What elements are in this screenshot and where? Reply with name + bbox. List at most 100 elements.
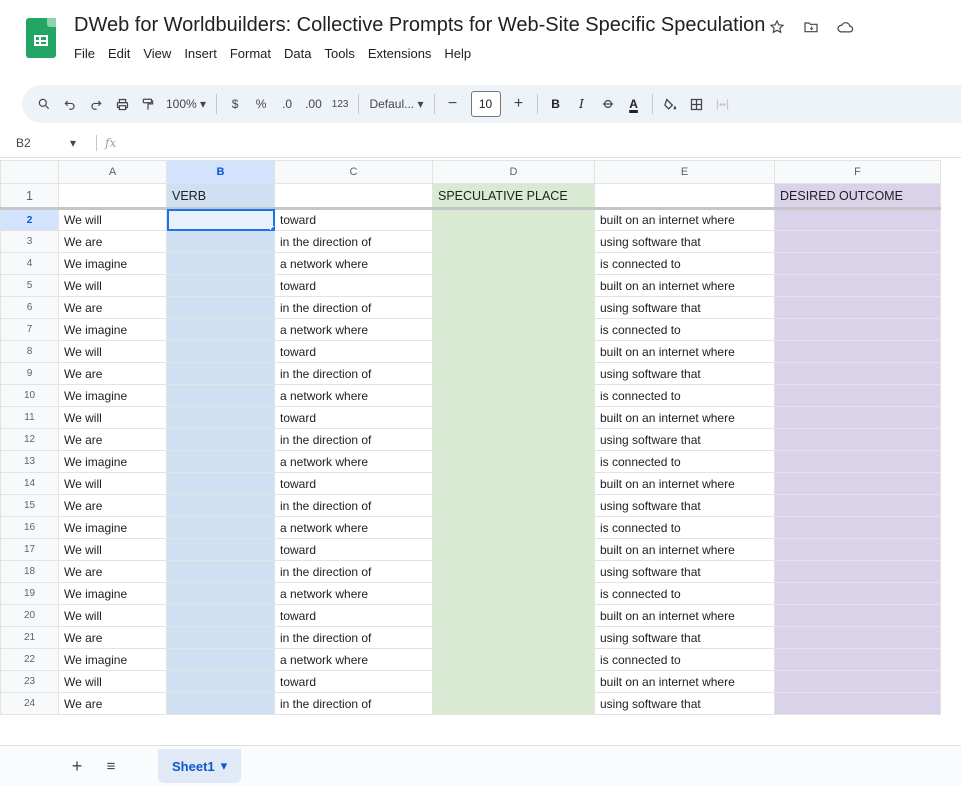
- cell-e8[interactable]: built on an internet where: [594, 340, 775, 363]
- cell-e22[interactable]: is connected to: [594, 648, 775, 671]
- row-header[interactable]: 3: [0, 230, 59, 253]
- cell-c15[interactable]: in the direction of: [274, 494, 433, 517]
- cell-b7[interactable]: [166, 318, 275, 341]
- cell-f1[interactable]: DESIRED OUTCOME: [774, 183, 941, 210]
- cell-a15[interactable]: We are: [58, 494, 167, 517]
- row-header[interactable]: 5: [0, 274, 59, 297]
- cell-b19[interactable]: [166, 582, 275, 605]
- cell-a2[interactable]: We will: [58, 208, 167, 231]
- cell-e5[interactable]: built on an internet where: [594, 274, 775, 297]
- cell-d21[interactable]: [432, 626, 595, 649]
- cell-f17[interactable]: [774, 538, 941, 561]
- cell-a13[interactable]: We imagine: [58, 450, 167, 473]
- cell-f8[interactable]: [774, 340, 941, 363]
- cell-c10[interactable]: a network where: [274, 384, 433, 407]
- fill-color-icon[interactable]: [663, 93, 679, 115]
- star-icon[interactable]: [766, 16, 788, 38]
- menu-view[interactable]: View: [143, 46, 171, 61]
- cell-c12[interactable]: in the direction of: [274, 428, 433, 451]
- cell-f12[interactable]: [774, 428, 941, 451]
- cell-e21[interactable]: using software that: [594, 626, 775, 649]
- row-header[interactable]: 8: [0, 340, 59, 363]
- cell-b9[interactable]: [166, 362, 275, 385]
- row-header[interactable]: 20: [0, 604, 59, 627]
- increase-font-size-icon[interactable]: +: [511, 93, 527, 115]
- row-header[interactable]: 15: [0, 494, 59, 517]
- cell-f11[interactable]: [774, 406, 941, 429]
- row-header[interactable]: 7: [0, 318, 59, 341]
- font-dropdown[interactable]: Defaul... ▾: [369, 93, 423, 115]
- cell-f4[interactable]: [774, 252, 941, 275]
- cell-a1[interactable]: [58, 183, 167, 210]
- cell-c9[interactable]: in the direction of: [274, 362, 433, 385]
- cell-a3[interactable]: We are: [58, 230, 167, 253]
- row-header[interactable]: 10: [0, 384, 59, 407]
- cell-d23[interactable]: [432, 670, 595, 693]
- cell-a23[interactable]: We will: [58, 670, 167, 693]
- currency-format-button[interactable]: $: [227, 93, 243, 115]
- row-header[interactable]: 19: [0, 582, 59, 605]
- cell-b12[interactable]: [166, 428, 275, 451]
- row-header[interactable]: 1: [0, 183, 59, 210]
- select-all-corner[interactable]: [0, 160, 59, 184]
- cell-b6[interactable]: [166, 296, 275, 319]
- cell-b17[interactable]: [166, 538, 275, 561]
- cell-f9[interactable]: [774, 362, 941, 385]
- menu-insert[interactable]: Insert: [184, 46, 217, 61]
- cell-a20[interactable]: We will: [58, 604, 167, 627]
- column-header-f[interactable]: F: [774, 160, 941, 184]
- cell-e1[interactable]: [594, 183, 775, 210]
- cell-e15[interactable]: using software that: [594, 494, 775, 517]
- undo-icon[interactable]: [62, 93, 78, 115]
- cell-f14[interactable]: [774, 472, 941, 495]
- cell-d8[interactable]: [432, 340, 595, 363]
- cell-e13[interactable]: is connected to: [594, 450, 775, 473]
- text-color-icon[interactable]: A: [626, 93, 642, 115]
- cell-c17[interactable]: toward: [274, 538, 433, 561]
- cell-f20[interactable]: [774, 604, 941, 627]
- menu-extensions[interactable]: Extensions: [368, 46, 432, 61]
- cell-d12[interactable]: [432, 428, 595, 451]
- cell-d9[interactable]: [432, 362, 595, 385]
- cell-b23[interactable]: [166, 670, 275, 693]
- cell-b16[interactable]: [166, 516, 275, 539]
- cell-a6[interactable]: We are: [58, 296, 167, 319]
- decrease-decimal-button[interactable]: .0: [279, 93, 295, 115]
- cell-f2[interactable]: [774, 208, 941, 231]
- document-title[interactable]: DWeb for Worldbuilders: Collective Promp…: [74, 14, 765, 37]
- menu-tools[interactable]: Tools: [324, 46, 354, 61]
- sheet-tab-sheet1[interactable]: Sheet1 ▾: [158, 749, 242, 783]
- cell-c3[interactable]: in the direction of: [274, 230, 433, 253]
- row-header[interactable]: 23: [0, 670, 59, 693]
- menu-data[interactable]: Data: [284, 46, 311, 61]
- column-header-c[interactable]: C: [274, 160, 433, 184]
- cell-c1[interactable]: [274, 183, 433, 210]
- row-header[interactable]: 17: [0, 538, 59, 561]
- cloud-saved-icon[interactable]: [834, 16, 856, 38]
- cell-f21[interactable]: [774, 626, 941, 649]
- cell-c2[interactable]: toward: [274, 208, 433, 231]
- cell-a19[interactable]: We imagine: [58, 582, 167, 605]
- cell-a14[interactable]: We will: [58, 472, 167, 495]
- cell-e10[interactable]: is connected to: [594, 384, 775, 407]
- cell-b15[interactable]: [166, 494, 275, 517]
- merge-cells-icon[interactable]: [715, 93, 731, 115]
- cell-a22[interactable]: We imagine: [58, 648, 167, 671]
- cell-c24[interactable]: in the direction of: [274, 692, 433, 715]
- cell-c19[interactable]: a network where: [274, 582, 433, 605]
- menu-help[interactable]: Help: [444, 46, 471, 61]
- cell-d18[interactable]: [432, 560, 595, 583]
- row-header[interactable]: 2: [0, 208, 59, 231]
- cell-f6[interactable]: [774, 296, 941, 319]
- paint-format-icon[interactable]: [140, 93, 156, 115]
- cell-c14[interactable]: toward: [274, 472, 433, 495]
- print-icon[interactable]: [114, 93, 130, 115]
- cell-e20[interactable]: built on an internet where: [594, 604, 775, 627]
- sheet-tab-caret-icon[interactable]: ▾: [221, 758, 228, 774]
- cell-c11[interactable]: toward: [274, 406, 433, 429]
- cell-d1[interactable]: SPECULATIVE PLACE: [432, 183, 595, 210]
- name-box-caret-icon[interactable]: ▾: [70, 136, 96, 150]
- row-header[interactable]: 12: [0, 428, 59, 451]
- row-header[interactable]: 4: [0, 252, 59, 275]
- cell-f18[interactable]: [774, 560, 941, 583]
